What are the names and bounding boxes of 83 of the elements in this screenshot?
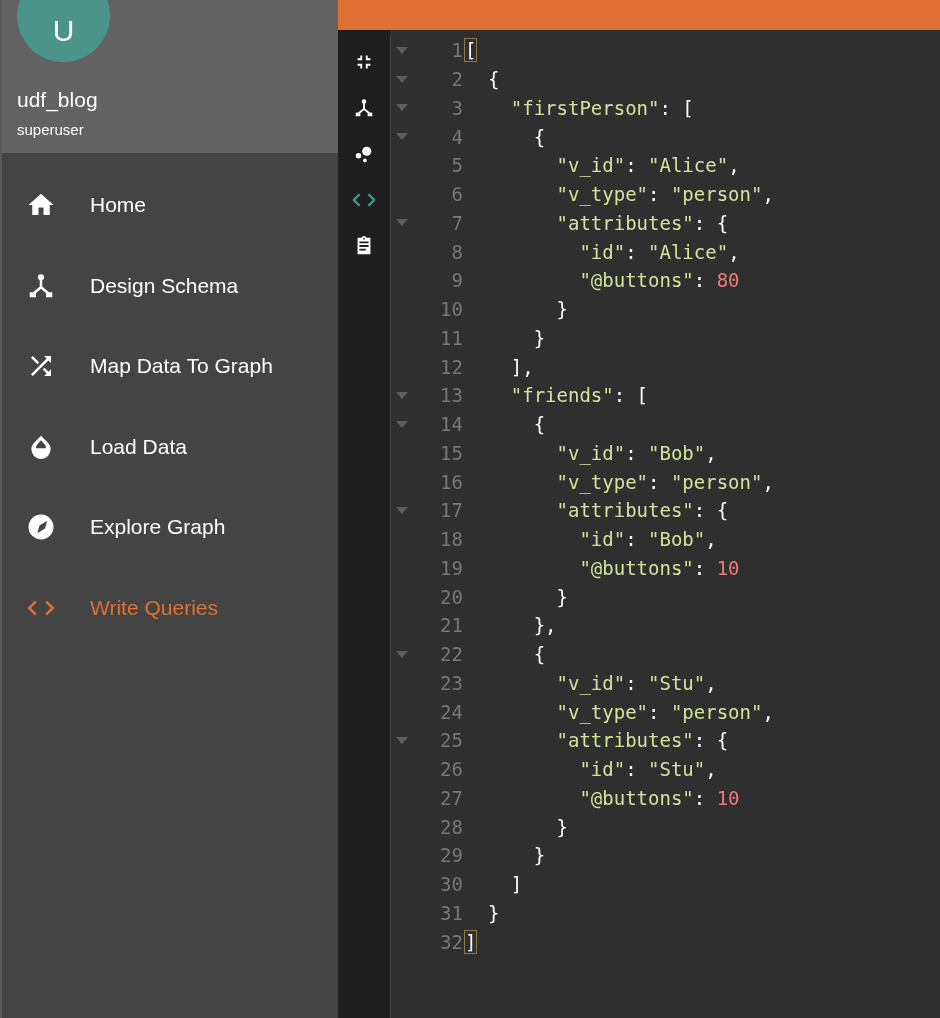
code-line: } xyxy=(532,325,547,351)
nav-item[interactable]: Explore Graph xyxy=(2,487,338,568)
line-number: 15 xyxy=(439,441,463,464)
fold-arrow-icon[interactable] xyxy=(396,104,408,112)
code-line: } xyxy=(555,814,569,840)
line-number: 23 xyxy=(439,671,463,694)
nav-item[interactable]: Load Data xyxy=(2,406,338,487)
line-number: 22 xyxy=(439,643,463,666)
code-line: "v_id": "Stu", xyxy=(555,670,718,697)
code-line: ], xyxy=(509,354,535,380)
line-number: 2 xyxy=(450,68,463,91)
fold-arrow-icon[interactable] xyxy=(396,75,408,83)
fork-icon xyxy=(353,97,375,119)
code-line: "@buttons": 80 xyxy=(578,268,741,294)
avatar: U xyxy=(17,0,110,62)
code-line: "id": "Bob", xyxy=(578,527,718,553)
fold-arrow-icon[interactable] xyxy=(396,46,408,54)
line-number: 5 xyxy=(450,154,463,177)
line-number: 18 xyxy=(439,528,463,551)
code-line: "attributes": { xyxy=(555,210,730,236)
line-number: 1 xyxy=(450,39,463,62)
code-line: "@buttons": 10 xyxy=(578,785,741,811)
code-line: } xyxy=(486,900,501,926)
nav-item[interactable]: Map Data To Graph xyxy=(2,326,338,407)
code-line: { xyxy=(486,67,501,93)
code-line: { xyxy=(532,412,547,438)
fold-arrow-icon[interactable] xyxy=(396,506,408,514)
line-number: 3 xyxy=(450,96,463,119)
code-line: ] xyxy=(509,872,524,898)
code-line: [ xyxy=(465,38,478,64)
nav-item[interactable]: Design Schema xyxy=(2,245,338,326)
nav-item[interactable]: Home xyxy=(2,165,338,246)
line-number: 11 xyxy=(439,326,463,349)
code-line: ] xyxy=(465,929,478,955)
line-number: 27 xyxy=(439,786,463,809)
fold-arrow-icon[interactable] xyxy=(396,736,408,744)
code-line: "v_type": "person", xyxy=(555,469,774,496)
code-line: "v_type": "person", xyxy=(555,182,774,208)
line-number: 19 xyxy=(439,556,463,579)
fold-arrow-icon[interactable] xyxy=(396,650,408,658)
line-number: 4 xyxy=(450,125,463,148)
line-number: 30 xyxy=(439,873,463,896)
line-number: 24 xyxy=(439,700,463,723)
fold-arrow-icon[interactable] xyxy=(396,391,408,399)
fold-arrow-icon[interactable] xyxy=(396,219,408,227)
line-number: 10 xyxy=(439,298,463,321)
code-line: } xyxy=(555,584,569,610)
code-line: "id": "Stu", xyxy=(578,757,718,783)
code-line: "id": "Alice", xyxy=(578,239,741,265)
line-number: 26 xyxy=(439,758,463,781)
line-number: 32 xyxy=(439,930,463,953)
line-number: 16 xyxy=(439,470,463,493)
line-number: 21 xyxy=(439,614,463,637)
line-number: 6 xyxy=(450,183,463,206)
line-number: 14 xyxy=(439,413,463,436)
line-number: 28 xyxy=(439,815,463,838)
code-line: "attributes": { xyxy=(555,498,730,524)
line-number: 17 xyxy=(439,499,463,522)
code-line: "v_type": "person", xyxy=(555,699,774,726)
line-number: 31 xyxy=(439,901,463,924)
line-number: 25 xyxy=(439,729,463,752)
code-line: } xyxy=(555,297,569,323)
code-line: "v_id": "Bob", xyxy=(555,440,718,467)
line-number: 9 xyxy=(450,269,463,292)
code-line: "v_id": "Alice", xyxy=(555,153,741,179)
line-number: 13 xyxy=(439,384,463,407)
code-line: "firstPerson": [ xyxy=(509,95,695,121)
line-number: 12 xyxy=(439,355,463,378)
line-number: 29 xyxy=(439,844,463,867)
line-number: 20 xyxy=(439,585,463,608)
code-line: "attributes": { xyxy=(555,728,730,754)
code-line: "friends": [ xyxy=(509,383,650,409)
line-number: 8 xyxy=(450,240,463,263)
code-line: "@buttons": 10 xyxy=(578,555,741,581)
account-name: udf_blog xyxy=(17,88,98,112)
code-line: } xyxy=(532,843,547,869)
code-line: { xyxy=(532,124,547,150)
code-line: { xyxy=(532,642,547,668)
line-number: 7 xyxy=(450,211,463,234)
code-line: }, xyxy=(532,613,558,639)
fold-arrow-icon[interactable] xyxy=(396,133,408,141)
account-role: superuser xyxy=(17,121,84,138)
fold-arrow-icon[interactable] xyxy=(396,420,408,428)
